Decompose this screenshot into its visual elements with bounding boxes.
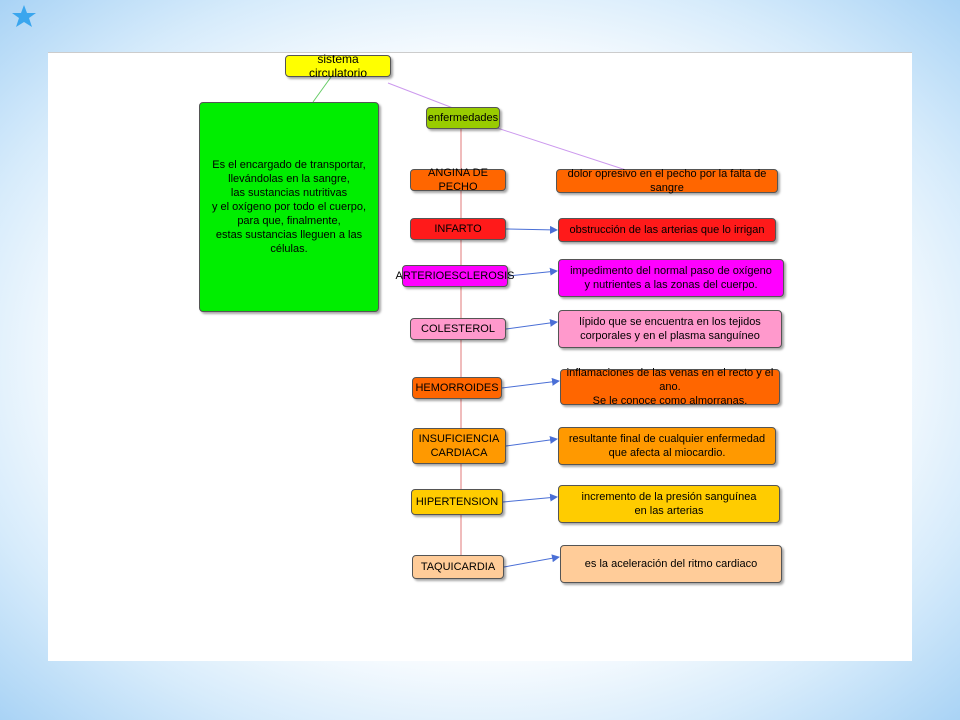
disease-description-node-4[interactable]: lípido que se encuentra en los tejidos c… — [558, 310, 782, 348]
disease-node-7[interactable]: HIPERTENSION — [411, 489, 503, 515]
disease-name-label: INSUFICIENCIA CARDIACA — [418, 433, 500, 459]
disease-arrow-2 — [505, 225, 558, 234]
disease-description-text: incremento de la presión sanguínea en la… — [581, 491, 757, 517]
disease-node-5[interactable]: HEMORROIDES — [412, 377, 502, 399]
star-icon — [12, 5, 36, 27]
disease-arrow-8 — [503, 554, 560, 568]
disease-name-label: TAQUICARDIA — [420, 561, 496, 573]
disease-description-text: inflamaciones de las venas en el recto y… — [566, 367, 774, 407]
disease-description-node-1[interactable]: dolor opresivo en el pecho por la falta … — [556, 168, 778, 194]
disease-name-label: ANGINA DE PECHO — [428, 167, 488, 193]
disease-description-text: impedimento del normal paso de oxígeno y… — [570, 265, 772, 291]
disease-description-node-5[interactable]: inflamaciones de las venas en el recto y… — [560, 367, 780, 407]
disease-description-node-3[interactable]: impedimento del normal paso de oxígeno y… — [558, 259, 784, 297]
disease-arrow-6 — [505, 435, 558, 447]
disease-description-node-8[interactable]: es la aceleración del ritmo cardiaco — [560, 545, 782, 583]
root-to-category-line — [387, 82, 454, 109]
disease-name-label: INFARTO — [434, 223, 482, 235]
disease-node-1[interactable]: ANGINA DE PECHO — [410, 167, 506, 193]
disease-arrow-3 — [507, 267, 558, 277]
disease-name-label: ARTERIOESCLEROSIS — [395, 270, 515, 282]
disease-description-text: es la aceleración del ritmo cardiaco — [584, 558, 758, 570]
disease-node-8[interactable]: TAQUICARDIA — [412, 555, 504, 579]
definition-node[interactable]: Es el encargado de transportar, llevándo… — [199, 102, 379, 312]
disease-node-6[interactable]: INSUFICIENCIA CARDIACA — [412, 428, 506, 464]
category-node-enfermedades[interactable]: enfermedades — [426, 107, 500, 129]
category-to-angina-description-line — [487, 124, 627, 171]
disease-description-text: obstrucción de las arterias que lo irrig… — [569, 224, 765, 236]
disease-node-4[interactable]: COLESTEROL — [410, 318, 506, 340]
disease-name-label: HIPERTENSION — [415, 496, 499, 508]
category-node-label: enfermedades — [427, 112, 499, 124]
disease-node-3[interactable]: ARTERIOESCLEROSIS — [396, 265, 515, 287]
definition-text: Es el encargado de transportar, llevándo… — [211, 159, 367, 255]
disease-description-text: lípido que se encuentra en los tejidos c… — [579, 316, 761, 342]
disease-description-text: resultante final de cualquier enfermedad… — [568, 433, 766, 459]
disease-arrow-4 — [505, 318, 558, 330]
disease-arrow-7 — [502, 493, 558, 503]
disease-description-node-2[interactable]: obstrucción de las arterias que lo irrig… — [558, 218, 776, 242]
root-node-sistema-circulatorio[interactable]: sistema circulatorio — [285, 52, 391, 80]
disease-name-label: HEMORROIDES — [415, 382, 499, 394]
disease-name-label: COLESTEROL — [421, 323, 495, 335]
disease-description-node-7[interactable]: incremento de la presión sanguínea en la… — [558, 485, 780, 523]
root-to-definition-line — [312, 76, 332, 103]
disease-arrow-5 — [501, 377, 560, 389]
disease-description-node-6[interactable]: resultante final de cualquier enfermedad… — [558, 427, 776, 465]
root-node-label: sistema circulatorio — [308, 52, 368, 80]
disease-node-2[interactable]: INFARTO — [410, 218, 506, 240]
concept-map-slide: sistema circulatorio Es el encargado de … — [48, 52, 912, 661]
disease-description-text: dolor opresivo en el pecho por la falta … — [567, 168, 767, 194]
